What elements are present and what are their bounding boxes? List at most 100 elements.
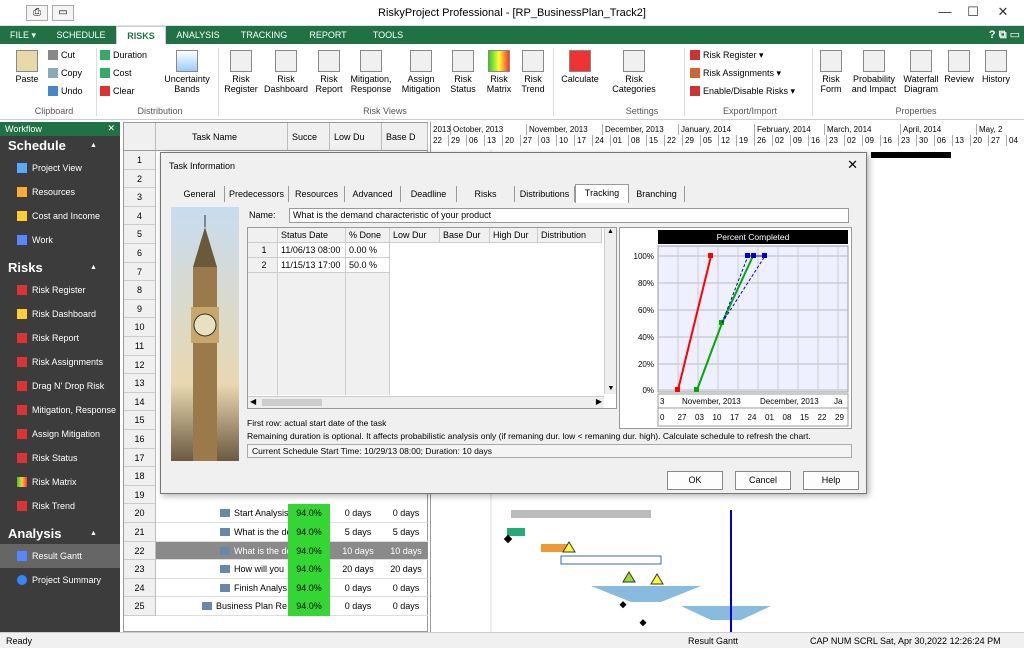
copy-button[interactable]: Copy: [48, 68, 82, 78]
dialog-tab-tracking[interactable]: Tracking: [575, 184, 629, 203]
base-duration-cell[interactable]: 0 days: [384, 579, 428, 598]
table-row[interactable]: What is the de 94.0% 10 days 10 days: [156, 541, 428, 561]
section-analysis[interactable]: Analysis ▲: [0, 524, 120, 544]
task-name-cell[interactable]: What is the de: [234, 523, 288, 542]
status-date-cell[interactable]: 11/15/13 17:00: [278, 258, 346, 273]
vertical-scrollbar[interactable]: ▲ ▼: [604, 228, 616, 394]
section-schedule[interactable]: Schedule ▲: [0, 136, 120, 156]
mitigation-response-button[interactable]: Mitigation, Response: [346, 50, 396, 94]
tab-schedule[interactable]: SCHEDULE: [48, 26, 114, 44]
clear-button[interactable]: Clear: [100, 86, 135, 96]
row-number[interactable]: 5: [124, 225, 156, 244]
export-risk-register-button[interactable]: Risk Register ▾: [690, 50, 764, 61]
cut-button[interactable]: Cut: [48, 50, 75, 60]
percent-done-cell[interactable]: 0.00 %: [346, 243, 390, 258]
row-number[interactable]: 22: [124, 541, 156, 561]
table-row[interactable]: What is the de 94.0% 5 days 5 days: [156, 523, 428, 542]
probability-impact-button[interactable]: Probability and Impact: [848, 50, 900, 94]
row-number[interactable]: 20: [124, 504, 156, 523]
row-number[interactable]: 10: [124, 318, 156, 337]
row-number[interactable]: 12: [124, 355, 156, 375]
assign-mitigation-button[interactable]: Assign Mitigation: [398, 50, 444, 94]
workflow-item-risk-register[interactable]: Risk Register: [0, 278, 120, 302]
undo-button[interactable]: Undo: [48, 86, 83, 96]
dialog-tab-resources[interactable]: Resources: [289, 186, 345, 202]
risk-status-button[interactable]: Risk Status: [446, 50, 480, 94]
name-input[interactable]: What is the demand characteristic of you…: [289, 208, 849, 223]
column-header-base-duration[interactable]: Base D: [382, 123, 428, 151]
cancel-button[interactable]: Cancel: [735, 471, 791, 490]
row-number[interactable]: 14: [124, 392, 156, 412]
workflow-item-risk-status[interactable]: Risk Status: [0, 446, 120, 470]
dialog-close-icon[interactable]: ✕: [847, 157, 858, 173]
table-row[interactable]: Business Plan Re 94.0% 0 days 0 days: [156, 597, 428, 617]
duration-button[interactable]: Duration: [100, 50, 147, 60]
table-row[interactable]: How will you 94.0% 20 days 20 days: [156, 560, 428, 580]
row-number[interactable]: 2: [124, 169, 156, 189]
row-number[interactable]: 8: [124, 281, 156, 300]
history-button[interactable]: History: [976, 50, 1016, 84]
task-name-cell[interactable]: Start Analysis: [234, 504, 288, 523]
risk-register-button[interactable]: Risk Register: [220, 50, 262, 94]
status-date-cell[interactable]: 11/06/13 08:00: [278, 243, 346, 258]
row-number[interactable]: 7: [124, 262, 156, 282]
table-row[interactable]: Finish Analys 94.0% 0 days 0 days: [156, 578, 428, 598]
row-number[interactable]: 19: [124, 485, 156, 505]
close-icon[interactable]: ✕: [107, 123, 115, 134]
dialog-tab-distributions[interactable]: Distributions: [515, 186, 575, 202]
row-number[interactable]: 11: [124, 337, 156, 356]
percent-done-cell[interactable]: 50.0 %: [346, 258, 390, 273]
workflow-item-project-summary[interactable]: Project Summary: [0, 568, 120, 592]
review-button[interactable]: Review: [942, 50, 976, 84]
risk-dashboard-button[interactable]: Risk Dashboard: [262, 50, 310, 94]
workflow-item-risk-matrix[interactable]: Risk Matrix: [0, 470, 120, 494]
low-duration-cell[interactable]: 0 days: [334, 579, 382, 598]
workflow-item-resources[interactable]: Resources: [0, 180, 120, 204]
row-number[interactable]: 24: [124, 578, 156, 598]
dialog-tab-predecessors[interactable]: Predecessors: [225, 186, 289, 202]
horizontal-scrollbar[interactable]: ◀ ▶: [248, 396, 604, 408]
success-cell[interactable]: 94.0%: [288, 560, 330, 580]
ok-button[interactable]: OK: [667, 471, 723, 490]
tab-file[interactable]: FILE ▾: [2, 26, 44, 44]
task-name-cell[interactable]: What is the de: [234, 542, 288, 561]
workflow-item-risk-dashboard[interactable]: Risk Dashboard: [0, 302, 120, 326]
export-risk-assignments-button[interactable]: Risk Assignments ▾: [690, 68, 781, 79]
risk-categories-button[interactable]: Risk Categories: [608, 50, 660, 94]
risk-matrix-button[interactable]: Risk Matrix: [482, 50, 516, 94]
base-duration-cell[interactable]: 20 days: [384, 560, 428, 579]
low-duration-cell[interactable]: 10 days: [334, 542, 382, 561]
section-risks[interactable]: Risks ▲: [0, 258, 120, 278]
base-duration-cell[interactable]: 0 days: [384, 597, 428, 616]
waterfall-diagram-button[interactable]: Waterfall Diagram: [900, 50, 942, 94]
help-icon[interactable]: ? ⧉ ▭: [989, 28, 1020, 42]
minimize-button[interactable]: —: [930, 4, 960, 22]
low-duration-cell[interactable]: 20 days: [334, 560, 382, 579]
base-duration-cell[interactable]: 5 days: [384, 523, 428, 542]
dialog-tab-risks[interactable]: Risks: [457, 186, 515, 202]
tab-tracking[interactable]: TRACKING: [232, 26, 296, 44]
dialog-tab-general[interactable]: General: [175, 186, 225, 202]
close-button[interactable]: ✕: [988, 4, 1018, 22]
risk-form-button[interactable]: Risk Form: [816, 50, 846, 94]
row-number[interactable]: 16: [124, 430, 156, 449]
low-duration-cell[interactable]: 5 days: [334, 523, 382, 542]
calculate-button[interactable]: Calculate: [556, 50, 604, 84]
tab-analysis[interactable]: ANALYSIS: [168, 26, 228, 44]
risk-report-button[interactable]: Risk Report: [312, 50, 346, 94]
base-duration-cell[interactable]: 0 days: [384, 504, 428, 523]
workflow-item-work[interactable]: Work: [0, 228, 120, 252]
workflow-item-result-gantt[interactable]: Result Gantt: [0, 544, 120, 568]
workflow-item-risk-assignments[interactable]: Risk Assignments: [0, 350, 120, 374]
workflow-item-risk-report[interactable]: Risk Report: [0, 326, 120, 350]
success-cell[interactable]: 94.0%: [288, 504, 330, 524]
dialog-tab-deadline[interactable]: Deadline: [401, 186, 457, 202]
success-cell[interactable]: 94.0%: [288, 597, 330, 617]
column-header-successors[interactable]: Succe: [288, 123, 330, 151]
task-name-cell[interactable]: Business Plan Re: [216, 597, 288, 616]
column-header-low-duration[interactable]: Low Du: [330, 123, 382, 151]
workflow-item-project-view[interactable]: Project View: [0, 156, 120, 180]
paste-button[interactable]: Paste: [8, 50, 46, 84]
row-number[interactable]: 1: [124, 151, 156, 170]
cost-button[interactable]: Cost: [100, 68, 132, 78]
